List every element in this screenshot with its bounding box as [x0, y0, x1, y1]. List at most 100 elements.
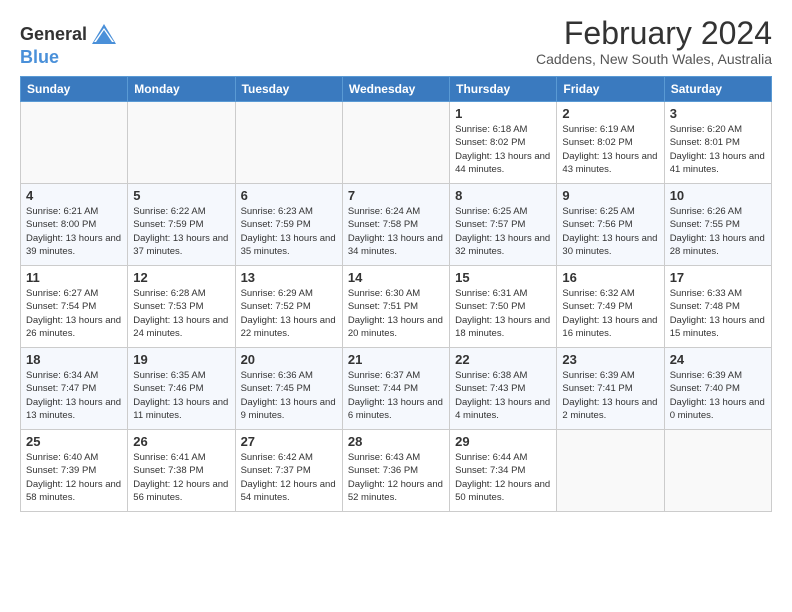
- week-row-4: 18Sunrise: 6:34 AMSunset: 7:47 PMDayligh…: [21, 348, 772, 430]
- weekday-header-friday: Friday: [557, 77, 664, 102]
- calendar-cell: 29Sunrise: 6:44 AMSunset: 7:34 PMDayligh…: [450, 430, 557, 512]
- calendar-cell: 26Sunrise: 6:41 AMSunset: 7:38 PMDayligh…: [128, 430, 235, 512]
- calendar-cell: 5 Sunrise: 6:22 AMSunset: 7:59 PMDaylight…: [128, 184, 235, 266]
- calendar-cell: [128, 102, 235, 184]
- day-number: 24: [670, 352, 766, 367]
- calendar-cell: 23Sunrise: 6:39 AMSunset: 7:41 PMDayligh…: [557, 348, 664, 430]
- day-number: 26: [133, 434, 229, 449]
- day-info: Sunrise: 6:22 AMSunset: 7:59 PMDaylight:…: [133, 205, 229, 258]
- day-info: Sunrise: 6:24 AMSunset: 7:58 PMDaylight:…: [348, 205, 444, 258]
- day-info: Sunrise: 6:21 AMSunset: 8:00 PMDaylight:…: [26, 205, 122, 258]
- logo: General Blue: [20, 20, 118, 68]
- day-info: Sunrise: 6:27 AMSunset: 7:54 PMDaylight:…: [26, 287, 122, 340]
- calendar-cell: 3Sunrise: 6:20 AMSunset: 8:01 PMDaylight…: [664, 102, 771, 184]
- day-number: 20: [241, 352, 337, 367]
- day-number: 28: [348, 434, 444, 449]
- day-info: Sunrise: 6:25 AMSunset: 7:57 PMDaylight:…: [455, 205, 551, 258]
- week-row-1: 1 Sunrise: 6:18 AMSunset: 8:02 PMDaylight…: [21, 102, 772, 184]
- day-info: Sunrise: 6:20 AMSunset: 8:01 PMDaylight:…: [670, 123, 766, 176]
- calendar-cell: 22 Sunrise: 6:38 AMSunset: 7:43 PMDayligh…: [450, 348, 557, 430]
- week-row-2: 4 Sunrise: 6:21 AMSunset: 8:00 PMDaylight…: [21, 184, 772, 266]
- weekday-header-saturday: Saturday: [664, 77, 771, 102]
- day-number: 7: [348, 188, 444, 203]
- calendar-cell: 18Sunrise: 6:34 AMSunset: 7:47 PMDayligh…: [21, 348, 128, 430]
- calendar-cell: 10 Sunrise: 6:26 AMSunset: 7:55 PMDayligh…: [664, 184, 771, 266]
- weekday-header-monday: Monday: [128, 77, 235, 102]
- day-number: 11: [26, 270, 122, 285]
- day-number: 18: [26, 352, 122, 367]
- day-info: Sunrise: 6:33 AMSunset: 7:48 PMDaylight:…: [670, 287, 766, 340]
- calendar-cell: 14 Sunrise: 6:30 AMSunset: 7:51 PMDayligh…: [342, 266, 449, 348]
- day-number: 12: [133, 270, 229, 285]
- calendar-cell: 27 Sunrise: 6:42 AMSunset: 7:37 PMDayligh…: [235, 430, 342, 512]
- day-number: 21: [348, 352, 444, 367]
- day-info: Sunrise: 6:18 AMSunset: 8:02 PMDaylight:…: [455, 123, 551, 176]
- day-number: 9: [562, 188, 658, 203]
- calendar-table: SundayMondayTuesdayWednesdayThursdayFrid…: [20, 76, 772, 512]
- title-block: February 2024 Caddens, New South Wales, …: [536, 16, 772, 67]
- week-row-5: 25 Sunrise: 6:40 AMSunset: 7:39 PMDayligh…: [21, 430, 772, 512]
- calendar-cell: 16Sunrise: 6:32 AMSunset: 7:49 PMDayligh…: [557, 266, 664, 348]
- logo-general: General: [20, 25, 87, 43]
- calendar-cell: 4 Sunrise: 6:21 AMSunset: 8:00 PMDaylight…: [21, 184, 128, 266]
- day-info: Sunrise: 6:28 AMSunset: 7:53 PMDaylight:…: [133, 287, 229, 340]
- day-info: Sunrise: 6:31 AMSunset: 7:50 PMDaylight:…: [455, 287, 551, 340]
- weekday-header-thursday: Thursday: [450, 77, 557, 102]
- day-number: 8: [455, 188, 551, 203]
- day-info: Sunrise: 6:30 AMSunset: 7:51 PMDaylight:…: [348, 287, 444, 340]
- day-info: Sunrise: 6:40 AMSunset: 7:39 PMDaylight:…: [26, 451, 122, 504]
- week-row-3: 11 Sunrise: 6:27 AMSunset: 7:54 PMDayligh…: [21, 266, 772, 348]
- month-year-title: February 2024: [536, 16, 772, 51]
- calendar-cell: 20 Sunrise: 6:36 AMSunset: 7:45 PMDayligh…: [235, 348, 342, 430]
- day-info: Sunrise: 6:39 AMSunset: 7:41 PMDaylight:…: [562, 369, 658, 422]
- day-number: 27: [241, 434, 337, 449]
- day-info: Sunrise: 6:43 AMSunset: 7:36 PMDaylight:…: [348, 451, 444, 504]
- calendar-cell: 1 Sunrise: 6:18 AMSunset: 8:02 PMDaylight…: [450, 102, 557, 184]
- day-number: 19: [133, 352, 229, 367]
- day-number: 1: [455, 106, 551, 121]
- calendar-cell: 19 Sunrise: 6:35 AMSunset: 7:46 PMDayligh…: [128, 348, 235, 430]
- calendar-cell: 2Sunrise: 6:19 AMSunset: 8:02 PMDaylight…: [557, 102, 664, 184]
- day-number: 13: [241, 270, 337, 285]
- day-number: 16: [562, 270, 658, 285]
- logo-icon: [90, 20, 118, 48]
- calendar-cell: 13 Sunrise: 6:29 AMSunset: 7:52 PMDayligh…: [235, 266, 342, 348]
- day-number: 15: [455, 270, 551, 285]
- day-number: 4: [26, 188, 122, 203]
- day-number: 5: [133, 188, 229, 203]
- day-number: 29: [455, 434, 551, 449]
- day-number: 22: [455, 352, 551, 367]
- day-info: Sunrise: 6:39 AMSunset: 7:40 PMDaylight:…: [670, 369, 766, 422]
- calendar-cell: [664, 430, 771, 512]
- calendar-cell: 7 Sunrise: 6:24 AMSunset: 7:58 PMDaylight…: [342, 184, 449, 266]
- calendar-cell: 25 Sunrise: 6:40 AMSunset: 7:39 PMDayligh…: [21, 430, 128, 512]
- day-info: Sunrise: 6:19 AMSunset: 8:02 PMDaylight:…: [562, 123, 658, 176]
- day-info: Sunrise: 6:26 AMSunset: 7:55 PMDaylight:…: [670, 205, 766, 258]
- day-number: 6: [241, 188, 337, 203]
- weekday-header-wednesday: Wednesday: [342, 77, 449, 102]
- day-info: Sunrise: 6:35 AMSunset: 7:46 PMDaylight:…: [133, 369, 229, 422]
- location-subtitle: Caddens, New South Wales, Australia: [536, 51, 772, 67]
- calendar-cell: 17 Sunrise: 6:33 AMSunset: 7:48 PMDayligh…: [664, 266, 771, 348]
- logo-blue: Blue: [20, 47, 59, 67]
- day-info: Sunrise: 6:37 AMSunset: 7:44 PMDaylight:…: [348, 369, 444, 422]
- day-number: 14: [348, 270, 444, 285]
- calendar-cell: [21, 102, 128, 184]
- day-info: Sunrise: 6:38 AMSunset: 7:43 PMDaylight:…: [455, 369, 551, 422]
- day-number: 10: [670, 188, 766, 203]
- calendar-cell: 6 Sunrise: 6:23 AMSunset: 7:59 PMDaylight…: [235, 184, 342, 266]
- calendar-cell: 28 Sunrise: 6:43 AMSunset: 7:36 PMDayligh…: [342, 430, 449, 512]
- day-info: Sunrise: 6:42 AMSunset: 7:37 PMDaylight:…: [241, 451, 337, 504]
- calendar-cell: 15 Sunrise: 6:31 AMSunset: 7:50 PMDayligh…: [450, 266, 557, 348]
- calendar-cell: 11 Sunrise: 6:27 AMSunset: 7:54 PMDayligh…: [21, 266, 128, 348]
- calendar-cell: [235, 102, 342, 184]
- page: General Blue February 2024 Caddens, New …: [0, 0, 792, 612]
- day-info: Sunrise: 6:23 AMSunset: 7:59 PMDaylight:…: [241, 205, 337, 258]
- day-number: 17: [670, 270, 766, 285]
- day-number: 25: [26, 434, 122, 449]
- calendar-cell: [342, 102, 449, 184]
- weekday-header-tuesday: Tuesday: [235, 77, 342, 102]
- day-info: Sunrise: 6:29 AMSunset: 7:52 PMDaylight:…: [241, 287, 337, 340]
- day-info: Sunrise: 6:36 AMSunset: 7:45 PMDaylight:…: [241, 369, 337, 422]
- day-info: Sunrise: 6:25 AMSunset: 7:56 PMDaylight:…: [562, 205, 658, 258]
